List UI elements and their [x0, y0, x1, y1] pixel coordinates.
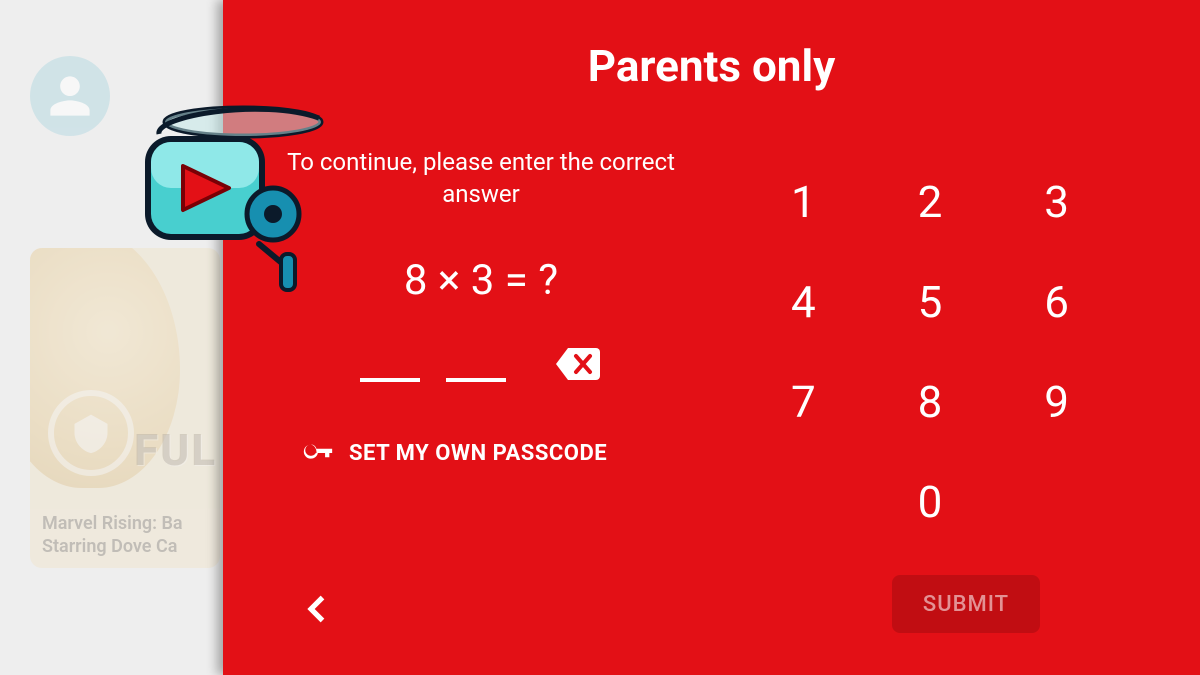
backspace-icon	[554, 346, 602, 382]
back-button[interactable]	[291, 585, 339, 633]
screen: FUL Marvel Rising: Ba Starring Dove Ca P…	[0, 0, 1200, 675]
keypad-0[interactable]: 0	[890, 462, 970, 542]
keypad-2[interactable]: 2	[890, 162, 970, 242]
answer-digit-slot[interactable]	[446, 378, 506, 382]
person-icon	[46, 72, 94, 120]
keypad-5[interactable]: 5	[890, 262, 970, 342]
parents-only-modal: Parents only To continue, please enter t…	[223, 0, 1200, 675]
backspace-button[interactable]	[554, 346, 602, 382]
numeric-keypad: 1 2 3 4 5 6 7 8 9 0	[740, 152, 1120, 552]
answer-input-slots	[281, 332, 681, 382]
set-passcode-label: SET MY OWN PASSCODE	[349, 441, 607, 466]
instruction-text: To continue, please enter the correct an…	[281, 146, 681, 211]
chevron-left-icon	[295, 589, 335, 629]
profile-avatar	[30, 56, 110, 136]
keypad-4[interactable]: 4	[763, 262, 843, 342]
background-card-partial-title: FUL	[134, 424, 217, 476]
badge-icon	[48, 390, 134, 476]
key-icon	[301, 436, 335, 470]
modal-title: Parents only	[223, 40, 1200, 92]
background-card-caption: Marvel Rising: Ba Starring Dove Ca	[42, 512, 212, 559]
answer-digit-slot[interactable]	[360, 378, 420, 382]
keypad-7[interactable]: 7	[763, 362, 843, 442]
set-passcode-button[interactable]: SET MY OWN PASSCODE	[301, 436, 607, 470]
keypad-3[interactable]: 3	[1017, 162, 1097, 242]
submit-label: SUBMIT	[923, 592, 1009, 617]
keypad-1[interactable]: 1	[763, 162, 843, 242]
keypad-6[interactable]: 6	[1017, 262, 1097, 342]
submit-button[interactable]: SUBMIT	[892, 575, 1040, 633]
keypad-8[interactable]: 8	[890, 362, 970, 442]
math-question: 8 × 3 = ?	[281, 256, 681, 305]
keypad-9[interactable]: 9	[1017, 362, 1097, 442]
